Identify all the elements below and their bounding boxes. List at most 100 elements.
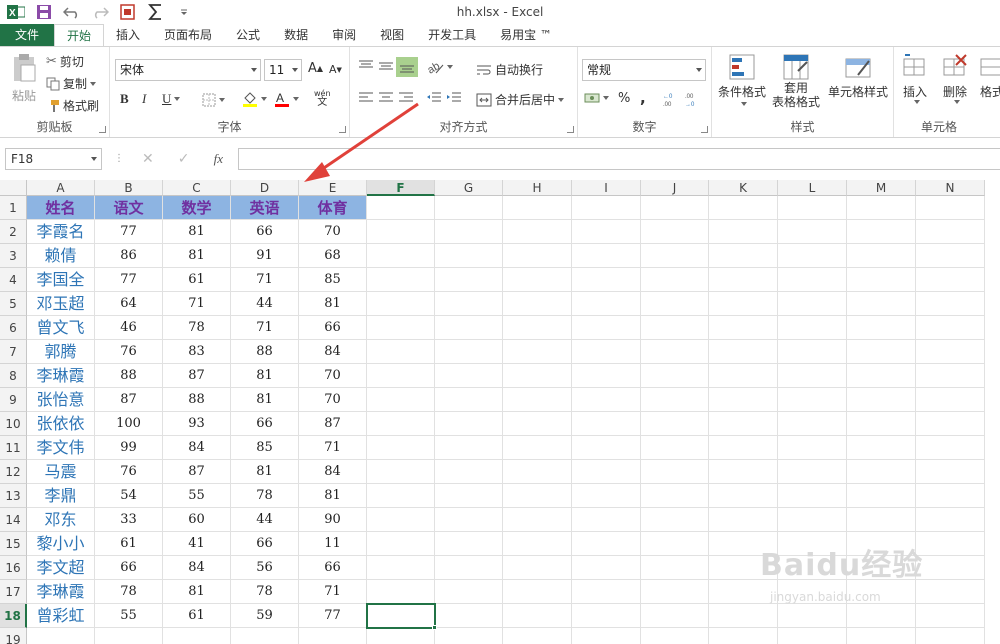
header-cell[interactable]: 语文	[95, 196, 163, 220]
score-cell[interactable]: 88	[95, 364, 163, 388]
score-cell[interactable]: 84	[163, 436, 231, 460]
empty-cell[interactable]	[367, 412, 435, 436]
alignment-launcher[interactable]	[567, 126, 574, 133]
empty-cell[interactable]	[231, 628, 299, 644]
empty-cell[interactable]	[641, 628, 709, 644]
fill-color-button[interactable]	[242, 91, 267, 107]
empty-cell[interactable]	[847, 244, 916, 268]
header-cell[interactable]: 英语	[231, 196, 299, 220]
score-cell[interactable]: 44	[231, 292, 299, 316]
empty-cell[interactable]	[916, 244, 985, 268]
empty-cell[interactable]	[435, 604, 503, 628]
cancel-icon[interactable]: ✕	[142, 151, 154, 167]
name-cell[interactable]: 黎小小	[27, 532, 95, 556]
empty-cell[interactable]	[709, 604, 778, 628]
empty-cell[interactable]	[435, 412, 503, 436]
name-cell[interactable]: 李琳霞	[27, 580, 95, 604]
row-header[interactable]: 19	[0, 628, 27, 644]
cut-button[interactable]: ✂ 剪切	[46, 53, 84, 70]
tab-review[interactable]: 审阅	[320, 24, 368, 46]
score-cell[interactable]: 71	[231, 316, 299, 340]
score-cell[interactable]: 61	[163, 604, 231, 628]
empty-cell[interactable]	[572, 460, 641, 484]
increase-indent-button[interactable]	[446, 91, 462, 105]
empty-cell[interactable]	[435, 436, 503, 460]
empty-cell[interactable]	[916, 316, 985, 340]
name-cell[interactable]: 邓东	[27, 508, 95, 532]
customize-toolbar-icon[interactable]	[174, 2, 194, 22]
empty-cell[interactable]	[709, 292, 778, 316]
score-cell[interactable]: 81	[231, 460, 299, 484]
score-cell[interactable]: 81	[163, 244, 231, 268]
empty-cell[interactable]	[709, 628, 778, 644]
form-icon[interactable]	[118, 2, 138, 22]
paste-button[interactable]: 粘贴	[8, 53, 40, 104]
empty-cell[interactable]	[778, 604, 847, 628]
empty-cell[interactable]	[435, 196, 503, 220]
row-header[interactable]: 11	[0, 436, 27, 460]
empty-cell[interactable]	[847, 604, 916, 628]
empty-cell[interactable]	[916, 388, 985, 412]
empty-cell[interactable]	[916, 604, 985, 628]
active-cell-selection[interactable]	[366, 603, 436, 629]
score-cell[interactable]: 81	[231, 364, 299, 388]
empty-cell[interactable]	[778, 628, 847, 644]
row-header[interactable]: 3	[0, 244, 27, 268]
row-header[interactable]: 6	[0, 316, 27, 340]
row-header[interactable]: 12	[0, 460, 27, 484]
score-cell[interactable]: 70	[299, 364, 367, 388]
column-header[interactable]: A	[27, 180, 95, 196]
score-cell[interactable]: 64	[95, 292, 163, 316]
merge-center-button[interactable]: 合并后居中	[476, 91, 565, 108]
empty-cell[interactable]	[778, 460, 847, 484]
empty-cell[interactable]	[916, 340, 985, 364]
font-color-button[interactable]: A	[274, 91, 299, 107]
name-cell[interactable]: 曾文飞	[27, 316, 95, 340]
empty-cell[interactable]	[503, 532, 572, 556]
font-size-select[interactable]: 11	[264, 59, 302, 81]
empty-cell[interactable]	[572, 508, 641, 532]
score-cell[interactable]: 55	[163, 484, 231, 508]
empty-cell[interactable]	[435, 580, 503, 604]
score-cell[interactable]: 100	[95, 412, 163, 436]
score-cell[interactable]: 71	[299, 436, 367, 460]
empty-cell[interactable]	[435, 484, 503, 508]
conditional-format-button[interactable]: 条件格式	[716, 53, 768, 106]
score-cell[interactable]: 66	[299, 556, 367, 580]
column-header[interactable]: I	[572, 180, 641, 196]
score-cell[interactable]: 90	[299, 508, 367, 532]
score-cell[interactable]: 87	[299, 412, 367, 436]
empty-cell[interactable]	[847, 508, 916, 532]
empty-cell[interactable]	[916, 268, 985, 292]
score-cell[interactable]: 71	[231, 268, 299, 292]
number-launcher[interactable]	[701, 126, 708, 133]
score-cell[interactable]: 88	[231, 340, 299, 364]
name-cell[interactable]: 郭腾	[27, 340, 95, 364]
empty-cell[interactable]	[367, 340, 435, 364]
empty-cell[interactable]	[709, 508, 778, 532]
empty-cell[interactable]	[778, 292, 847, 316]
bottom-align-button[interactable]	[396, 57, 418, 77]
empty-cell[interactable]	[641, 364, 709, 388]
empty-cell[interactable]	[367, 580, 435, 604]
score-cell[interactable]: 81	[231, 388, 299, 412]
score-cell[interactable]: 85	[299, 268, 367, 292]
name-cell[interactable]: 李鼎	[27, 484, 95, 508]
empty-cell[interactable]	[367, 460, 435, 484]
score-cell[interactable]: 87	[163, 460, 231, 484]
score-cell[interactable]: 81	[299, 292, 367, 316]
empty-cell[interactable]	[435, 556, 503, 580]
empty-cell[interactable]	[503, 340, 572, 364]
score-cell[interactable]: 93	[163, 412, 231, 436]
row-header[interactable]: 17	[0, 580, 27, 604]
empty-cell[interactable]	[641, 292, 709, 316]
score-cell[interactable]: 68	[299, 244, 367, 268]
score-cell[interactable]: 87	[163, 364, 231, 388]
empty-cell[interactable]	[367, 484, 435, 508]
empty-cell[interactable]	[778, 220, 847, 244]
empty-cell[interactable]	[503, 604, 572, 628]
score-cell[interactable]: 54	[95, 484, 163, 508]
empty-cell[interactable]	[367, 508, 435, 532]
empty-cell[interactable]	[778, 196, 847, 220]
header-cell[interactable]: 姓名	[27, 196, 95, 220]
